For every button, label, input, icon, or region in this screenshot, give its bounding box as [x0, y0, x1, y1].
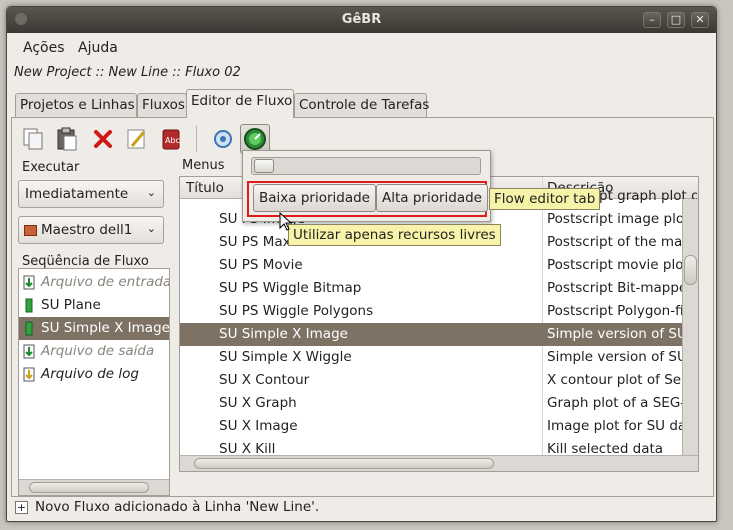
menu-desc-cell: Postscript Polygon-fille — [547, 303, 697, 319]
copy-button[interactable] — [18, 124, 48, 154]
menus-vscroll[interactable] — [682, 199, 698, 457]
table-row[interactable]: SU X Image Image plot for SU data — [180, 415, 697, 438]
menu-title-cell: SU Simple X Image — [219, 326, 348, 342]
menu-desc-cell: Graph plot of a SEG-Y d — [547, 395, 697, 411]
table-row[interactable]: SU PS Wiggle Polygons Postscript Polygon-… — [180, 300, 697, 323]
menu-title-cell: SU X Contour — [219, 372, 310, 388]
tab-projects-lines[interactable]: Projetos e Linhas — [15, 93, 137, 117]
table-row[interactable]: SU PS Wiggle Bitmap Postscript Bit-mapped — [180, 277, 696, 300]
menus-label: Menus — [182, 158, 225, 173]
close-icon[interactable]: ✕ — [691, 12, 709, 28]
execute-mode-combo[interactable]: Imediatamente ⌄ — [18, 180, 164, 208]
menu-bar: Ações Ajuda — [7, 33, 716, 63]
status-message: Novo Fluxo adicionado à Linha 'New Line'… — [35, 499, 320, 515]
flow-list-hscroll[interactable] — [19, 479, 169, 495]
flow-item-input[interactable]: Arquivo de entrada — [19, 271, 169, 294]
tooltip-flow-editor-tab: Flow editor tab — [489, 188, 601, 210]
paste-button[interactable] — [52, 124, 82, 154]
delete-icon — [94, 130, 112, 148]
svg-text:Abc: Abc — [165, 136, 180, 145]
program-icon — [25, 298, 33, 313]
scroll-thumb[interactable] — [194, 458, 494, 469]
table-row[interactable]: SU Simple X Image Simple version of SU X — [180, 323, 697, 346]
menu-title-cell: SU Simple X Wiggle — [219, 349, 352, 365]
server-icon — [24, 225, 37, 236]
menu-desc-cell: Simple version of SU X — [547, 349, 697, 365]
breadcrumb: New Project :: New Line :: Fluxo 02 — [14, 65, 241, 80]
low-priority-button[interactable]: Baixa prioridade — [253, 184, 376, 212]
main-window: GêBR – □ ✕ Ações Ajuda New Project :: Ne… — [6, 6, 717, 522]
minimize-icon[interactable]: – — [643, 12, 661, 28]
expand-icon[interactable]: + — [15, 501, 28, 514]
execute-gauge-icon — [244, 128, 266, 150]
menu-desc-cell: Postscript movie plot o — [547, 257, 697, 273]
menu-desc-cell: Postscript image plot o — [547, 211, 697, 227]
table-row[interactable]: SU PS Movie Postscript movie plot o — [180, 254, 697, 277]
menu-desc-cell: Simple version of SU X — [547, 326, 697, 342]
high-priority-button[interactable]: Alta prioridade — [376, 184, 488, 212]
chevron-down-icon: ⌄ — [146, 186, 156, 199]
tab-bar: Projetos e Linhas Fluxos Editor de Fluxo… — [11, 89, 711, 118]
flow-item-su-plane[interactable]: SU Plane — [19, 294, 169, 317]
flow-item-output[interactable]: Arquivo de saída — [19, 340, 169, 363]
menu-title-cell: SU PS Wiggle Bitmap — [219, 280, 362, 296]
slider-knob[interactable] — [254, 159, 274, 173]
menu-actions[interactable]: Ações — [23, 40, 65, 56]
edit-button[interactable] — [122, 124, 152, 154]
menu-title-cell: SU X Image — [219, 418, 298, 434]
table-row[interactable]: SU X Graph Graph plot of a SEG-Y d — [180, 392, 697, 415]
priority-slider[interactable] — [251, 157, 481, 175]
server-value: Maestro dell1 — [41, 222, 133, 238]
edit-icon — [127, 129, 146, 149]
tab-job-control[interactable]: Controle de Tarefas — [294, 93, 429, 117]
menu-desc-cell: Image plot for SU data — [547, 418, 697, 434]
copy-icon — [23, 128, 43, 150]
flow-sequence-label: Seqüência de Fluxo — [22, 254, 149, 269]
help-book-button[interactable]: Abc — [156, 124, 186, 154]
tab-flow-editor[interactable]: Editor de Fluxo — [186, 89, 294, 118]
scroll-thumb[interactable] — [684, 255, 697, 285]
program-icon — [25, 321, 33, 336]
scroll-thumb[interactable] — [29, 482, 149, 493]
server-combo[interactable]: Maestro dell1 ⌄ — [18, 216, 164, 244]
execute-mode-value: Imediatamente — [25, 186, 129, 202]
table-row[interactable]: SU X Contour X contour plot of Seism — [180, 369, 697, 392]
menu-desc-cell: Postscript of the maxin — [547, 234, 697, 250]
maximize-icon[interactable]: □ — [667, 12, 685, 28]
title-bar: GêBR – □ ✕ — [7, 7, 716, 33]
flow-item-su-simple-x-image[interactable]: SU Simple X Image — [19, 317, 169, 340]
menu-desc-cell: Postscript Bit-mapped — [547, 280, 696, 296]
refresh-icon — [214, 130, 232, 148]
output-file-icon — [23, 344, 35, 359]
table-row[interactable]: SU Simple X Wiggle Simple version of SU X — [180, 346, 697, 369]
menu-title-cell: SU PS Wiggle Polygons — [219, 303, 374, 319]
flow-item-log[interactable]: Arquivo de log — [19, 363, 169, 386]
menu-title-cell: SU X Graph — [219, 395, 297, 411]
menu-title-cell: SU PS Max — [219, 234, 291, 250]
window-title: GêBR — [341, 12, 382, 27]
toolbar-separator — [196, 126, 197, 152]
menus-hscroll[interactable] — [180, 455, 698, 471]
tab-flows[interactable]: Fluxos — [137, 93, 187, 117]
chevron-down-icon: ⌄ — [146, 222, 156, 235]
tooltip-free-resources: Utilizar apenas recursos livres — [288, 224, 501, 246]
mouse-cursor-icon — [279, 212, 293, 231]
menu-desc-cell: X contour plot of Seism — [547, 372, 697, 388]
dictionary-icon: Abc — [162, 129, 180, 150]
status-bar: + Novo Fluxo adicionado à Linha 'New Lin… — [7, 495, 716, 521]
input-file-icon — [23, 275, 35, 290]
menu-help[interactable]: Ajuda — [78, 40, 118, 56]
log-file-icon — [23, 367, 35, 382]
flow-sequence-list: Arquivo de entrada SU Plane SU Simple X … — [18, 268, 170, 496]
execute-label: Executar — [22, 160, 80, 175]
menu-title-cell: SU PS Movie — [219, 257, 303, 273]
paste-icon — [57, 127, 77, 151]
refresh-button[interactable] — [208, 124, 238, 154]
delete-button[interactable] — [88, 124, 118, 154]
